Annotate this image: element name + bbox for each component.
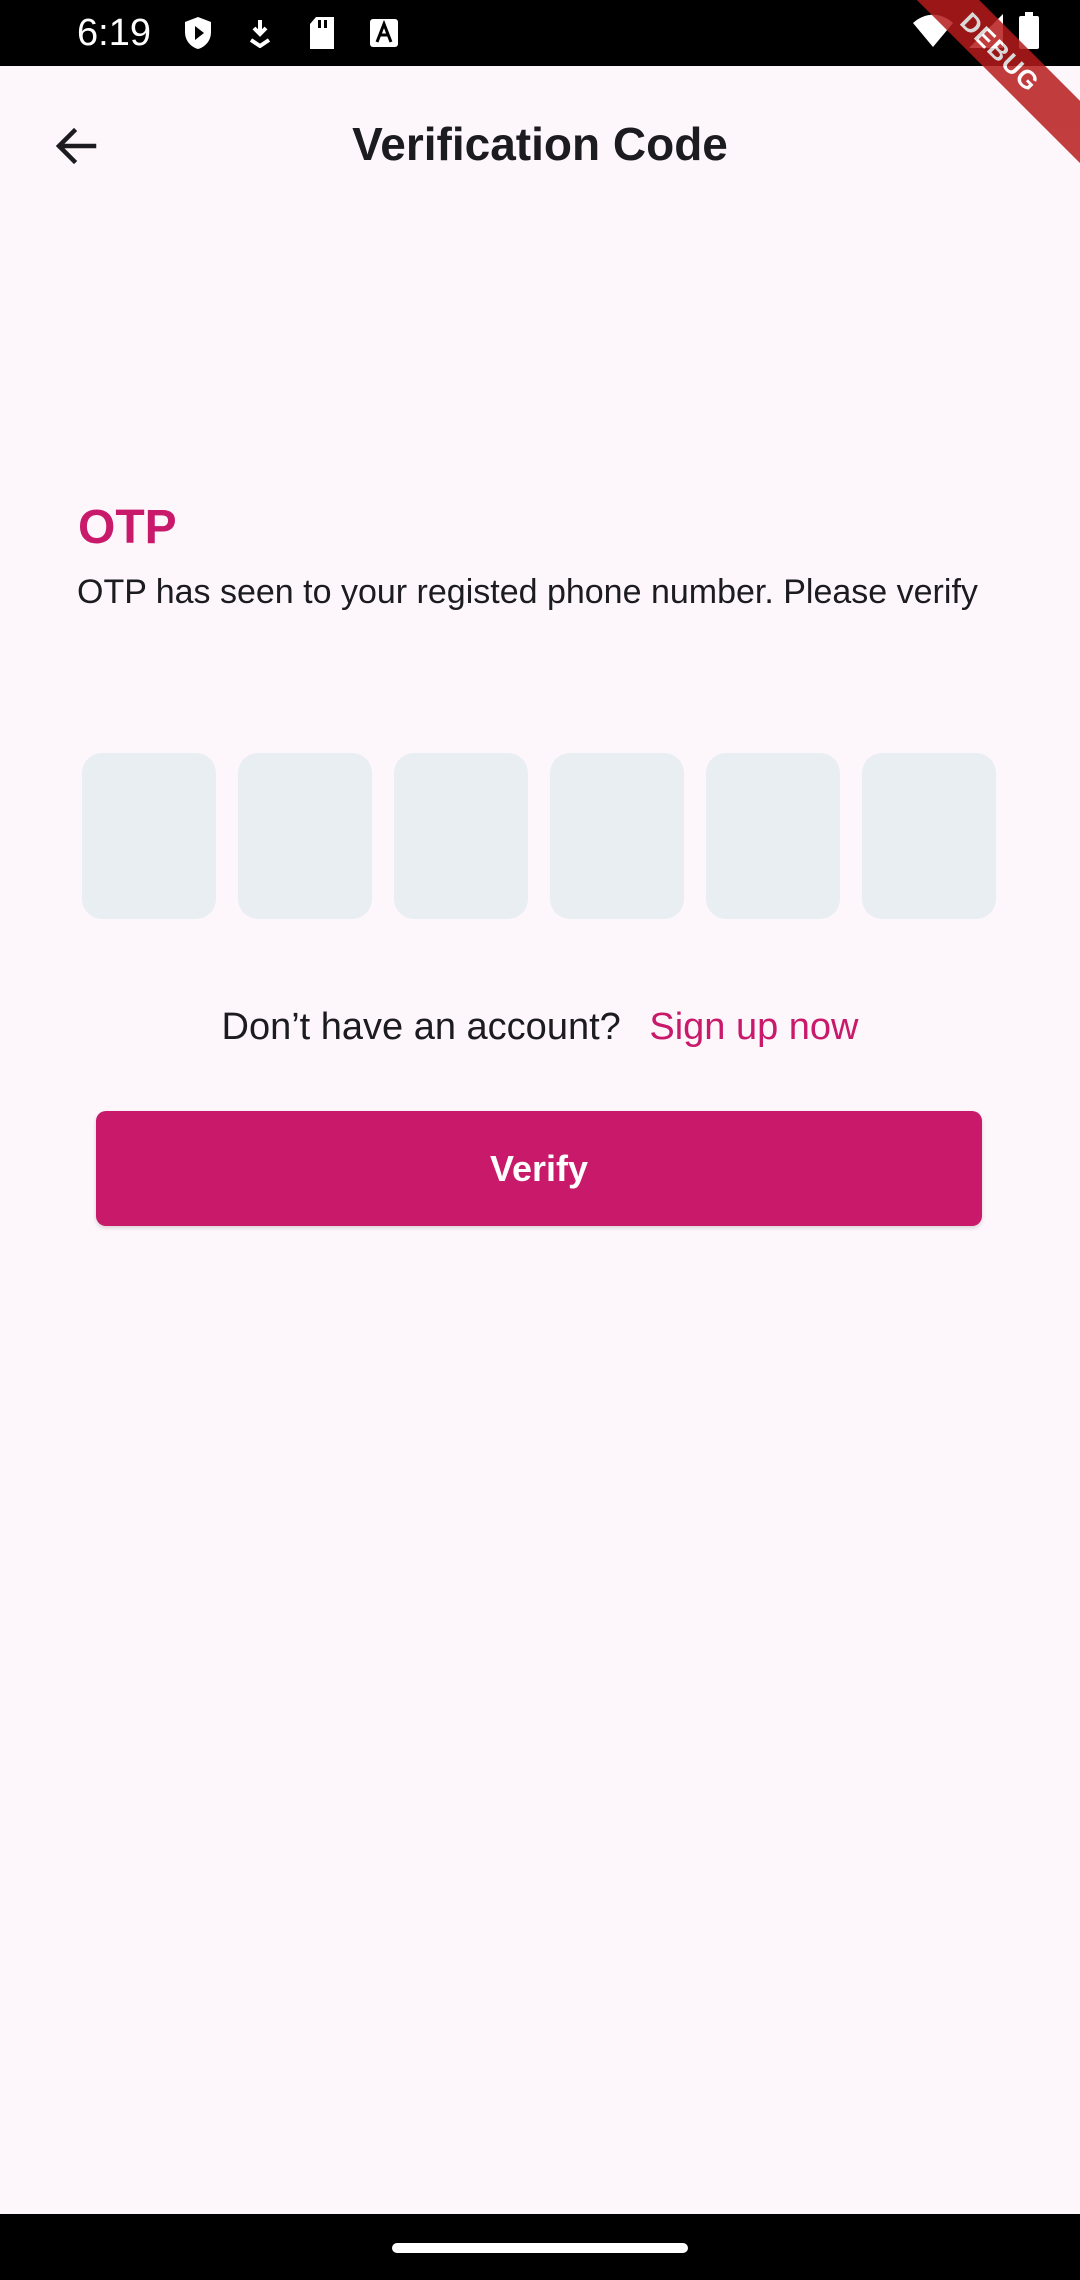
otp-description: OTP has seen to your registed phone numb… [77, 573, 978, 611]
otp-digit-5[interactable] [706, 753, 840, 919]
download-icon [240, 13, 280, 53]
otp-input-group [82, 753, 996, 919]
signup-link[interactable]: Sign up now [649, 1006, 858, 1048]
otp-digit-6[interactable] [862, 753, 996, 919]
status-time: 6:19 [77, 12, 151, 54]
otp-digit-3[interactable] [394, 753, 528, 919]
navigation-bar [0, 2214, 1080, 2280]
signup-row: Don’t have an account? Sign up now [0, 1000, 1080, 1054]
app-bar: Verification Code [0, 66, 1080, 218]
status-bar: 6:19 [0, 0, 1080, 66]
status-icons-left [178, 13, 404, 53]
signup-prompt: Don’t have an account? [221, 1006, 621, 1048]
home-indicator[interactable] [392, 2243, 688, 2253]
sd-card-icon [302, 13, 342, 53]
otp-digit-4[interactable] [550, 753, 684, 919]
page-title: Verification Code [352, 118, 728, 170]
verify-button[interactable]: Verify [96, 1111, 982, 1226]
otp-digit-1[interactable] [82, 753, 216, 919]
font-icon [364, 13, 404, 53]
otp-digit-2[interactable] [238, 753, 372, 919]
otp-heading: OTP [78, 501, 177, 554]
shield-icon [178, 13, 218, 53]
